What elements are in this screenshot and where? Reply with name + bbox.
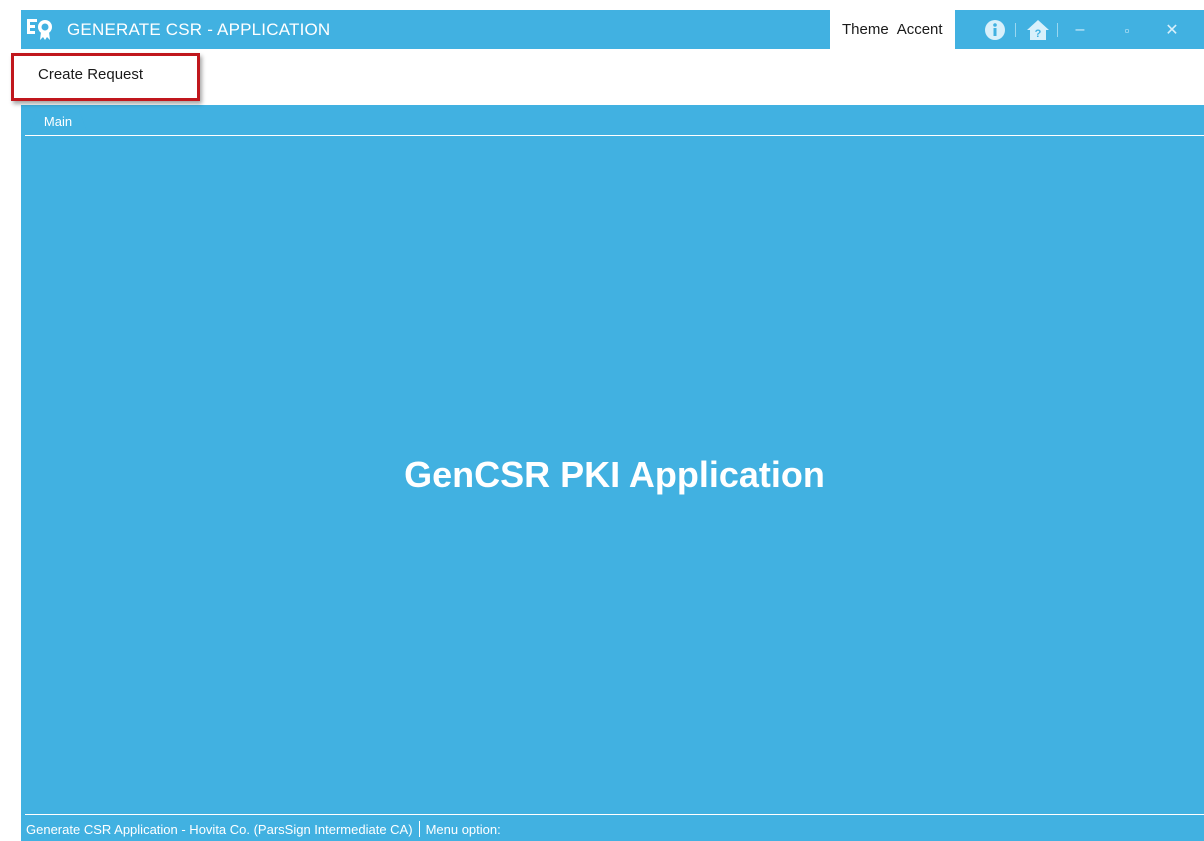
- title-separator: [1057, 23, 1058, 37]
- minimize-icon[interactable]: –: [1068, 20, 1092, 40]
- status-separator: [418, 821, 420, 837]
- title-bar: GENERATE CSR - APPLICATION Theme Accent …: [21, 10, 1204, 49]
- create-request-menu[interactable]: Create Request: [38, 66, 143, 83]
- status-app-info: Generate CSR Application - Hovita Co. (P…: [26, 821, 413, 837]
- main-panel: GenCSR PKI Application: [25, 135, 1204, 815]
- app-window: GENERATE CSR - APPLICATION Theme Accent …: [21, 10, 1204, 841]
- title-separator: [1015, 23, 1016, 37]
- status-menu-option: Menu option:: [425, 821, 501, 837]
- tab-underline: [21, 130, 1204, 132]
- close-icon[interactable]: ✕: [1160, 20, 1184, 40]
- home-help-icon[interactable]: ?: [1025, 18, 1051, 42]
- menu-bar: Create Request: [21, 49, 1204, 105]
- svg-text:?: ?: [1035, 28, 1042, 40]
- certificate-app-icon: [26, 17, 54, 41]
- status-bar: Generate CSR Application - Hovita Co. (P…: [21, 817, 1204, 841]
- tab-main[interactable]: Main: [29, 110, 87, 132]
- main-heading: GenCSR PKI Application: [404, 454, 825, 495]
- maximize-icon[interactable]: ▫: [1115, 20, 1139, 40]
- window-title: GENERATE CSR - APPLICATION: [67, 20, 331, 39]
- accent-menu[interactable]: Accent: [893, 21, 947, 38]
- title-menu: Theme Accent: [830, 10, 955, 49]
- theme-menu[interactable]: Theme: [838, 21, 893, 38]
- info-icon[interactable]: [982, 18, 1008, 42]
